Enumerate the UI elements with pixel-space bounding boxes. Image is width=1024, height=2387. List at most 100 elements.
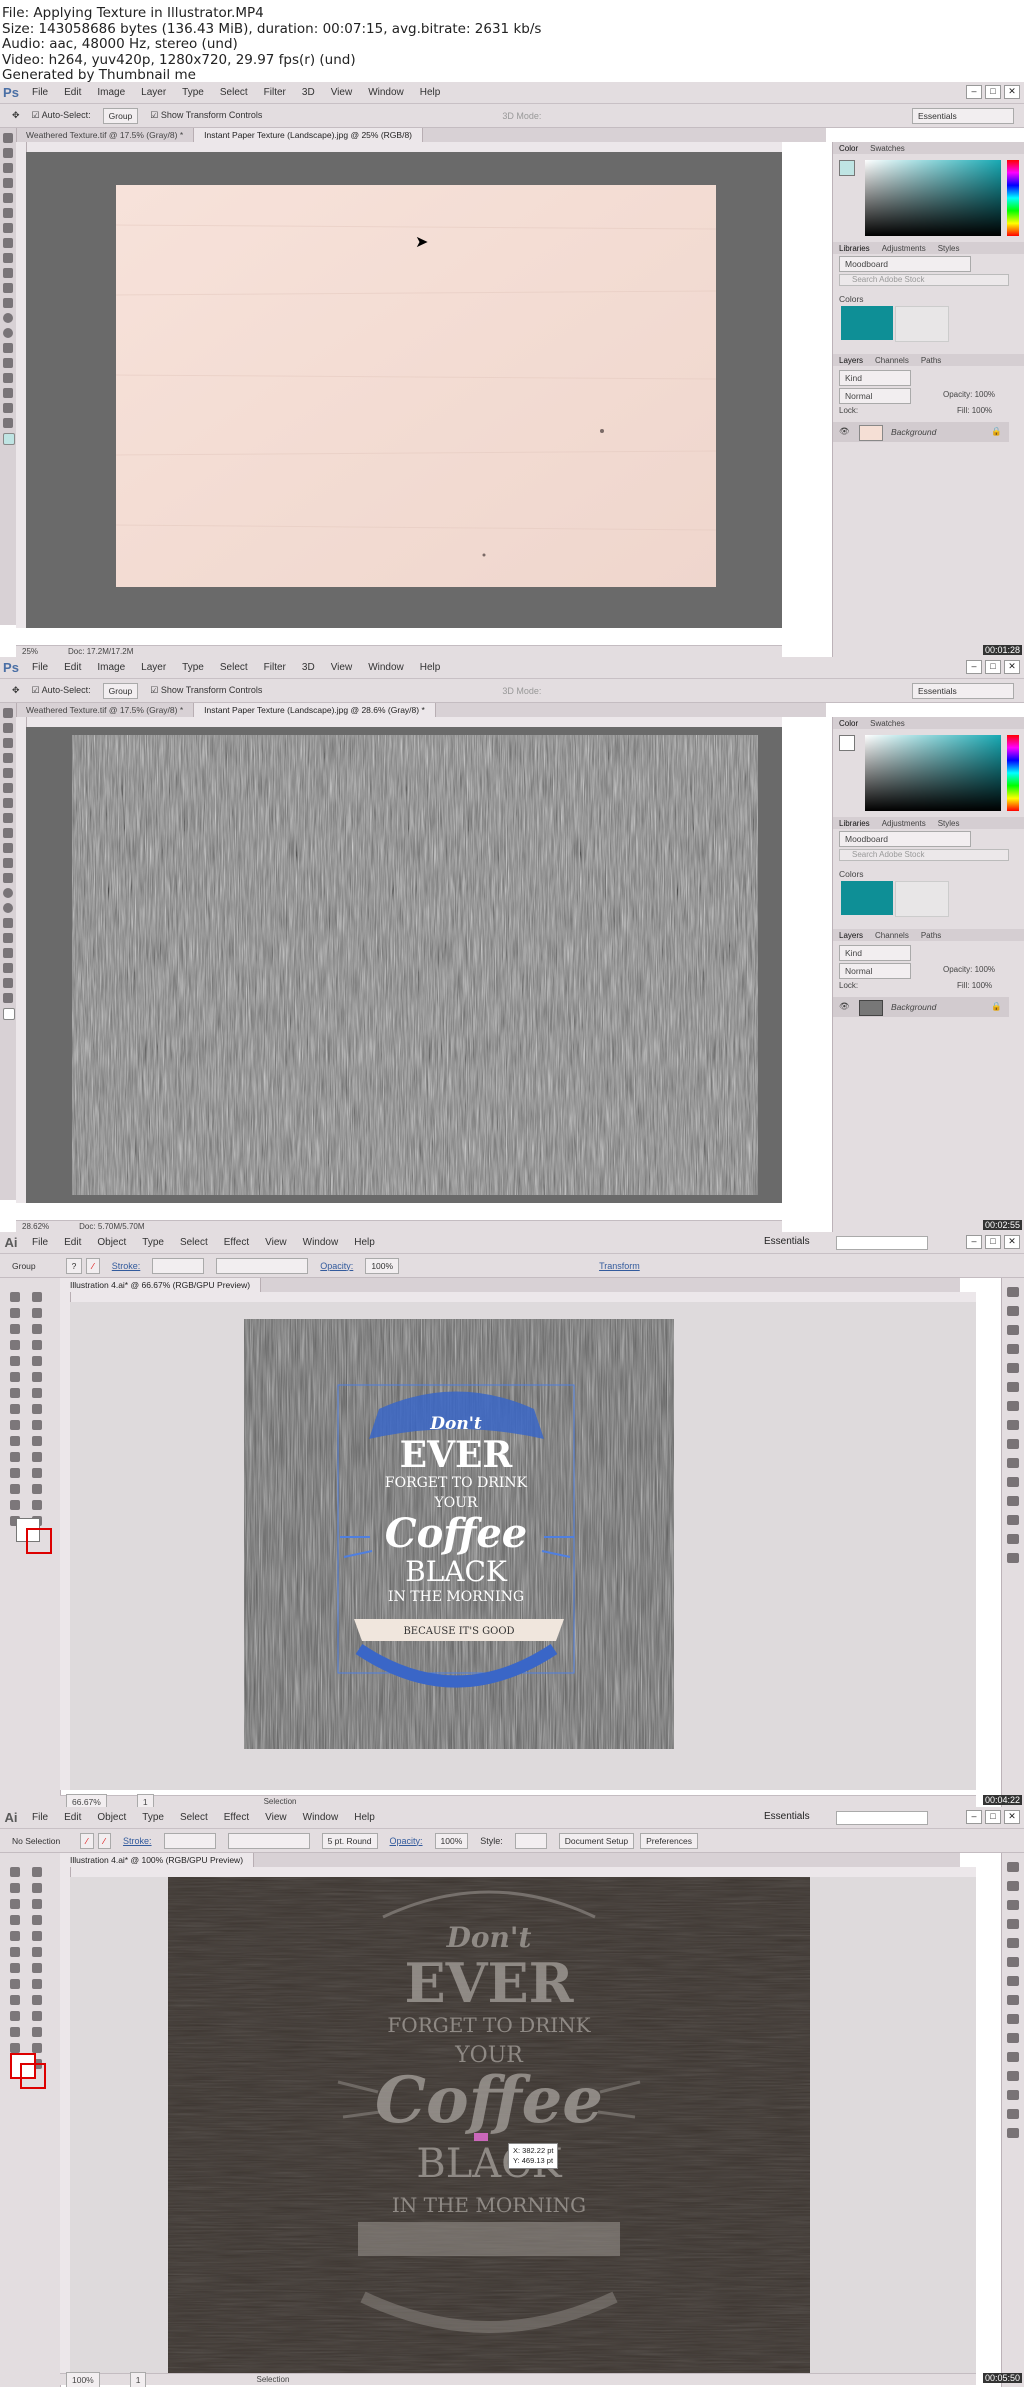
swatch-panel-icon[interactable]: [1007, 1325, 1019, 1335]
menu-edit[interactable]: Edit: [64, 1237, 81, 1248]
width-icon[interactable]: [32, 1979, 42, 1989]
layers-icon[interactable]: [1007, 1477, 1019, 1487]
curvature-icon[interactable]: [32, 1324, 42, 1334]
tab-paper-texture[interactable]: Instant Paper Texture (Landscape).jpg @ …: [194, 703, 436, 717]
stock-search-input[interactable]: Search Adobe Stock: [839, 274, 1009, 286]
perspective-icon[interactable]: [10, 2011, 20, 2021]
tab-paper-texture[interactable]: Instant Paper Texture (Landscape).jpg @ …: [194, 128, 423, 142]
paintbrush-icon[interactable]: [32, 1931, 42, 1941]
lasso-icon[interactable]: [32, 1308, 42, 1318]
swatch-panel-icon[interactable]: [1007, 1900, 1019, 1910]
dodge-icon[interactable]: [3, 903, 13, 913]
pencil-icon[interactable]: [32, 1372, 42, 1382]
visibility-eye-icon[interactable]: 👁: [839, 1001, 850, 1012]
tab-channels[interactable]: Channels: [875, 356, 909, 365]
stroke-icon[interactable]: [1007, 1382, 1019, 1392]
graph-icon[interactable]: [10, 1484, 20, 1494]
menu-image[interactable]: Image: [97, 662, 125, 673]
brush-panel-icon[interactable]: [1007, 1344, 1019, 1354]
opacity-input[interactable]: 100%: [365, 1257, 400, 1274]
perspective-icon[interactable]: [10, 1436, 20, 1446]
minimize-icon[interactable]: –: [966, 1810, 982, 1824]
transform-icon[interactable]: [1007, 2109, 1019, 2119]
transform-controls-label[interactable]: ☑ Show Transform Controls: [150, 110, 262, 121]
tab-libraries[interactable]: Libraries: [839, 244, 870, 253]
tab-styles[interactable]: Styles: [938, 819, 960, 828]
swatch-teal[interactable]: [841, 881, 893, 915]
scale-icon[interactable]: [10, 1979, 20, 1989]
blur-icon[interactable]: [3, 313, 13, 323]
tab-channels[interactable]: Channels: [875, 931, 909, 940]
stroke-swatch[interactable]: ⁄: [97, 1832, 112, 1849]
brush-icon[interactable]: [3, 813, 13, 823]
workspace-label[interactable]: Essentials: [764, 1236, 810, 1247]
mesh-icon[interactable]: [32, 1436, 42, 1446]
blend-mode-select[interactable]: Normal: [839, 963, 911, 979]
blend-mode-select[interactable]: Normal: [839, 388, 911, 404]
tab-layers[interactable]: Layers: [839, 931, 863, 940]
workspace-select[interactable]: Essentials: [912, 107, 1014, 124]
marquee-icon[interactable]: [3, 723, 13, 733]
move-icon[interactable]: [3, 708, 13, 718]
opacity-field[interactable]: Opacity: 100%: [943, 390, 995, 399]
eyedropper-icon[interactable]: [3, 208, 13, 218]
transform-controls-label[interactable]: ☑ Show Transform Controls: [150, 685, 262, 696]
menu-effect[interactable]: Effect: [224, 1812, 249, 1823]
appearance-icon[interactable]: [1007, 2014, 1019, 2024]
marquee-icon[interactable]: [3, 148, 13, 158]
stamp-icon[interactable]: [3, 253, 13, 263]
library-select[interactable]: Moodboard: [839, 831, 971, 847]
symbol-sprayer-icon[interactable]: [32, 1468, 42, 1478]
maximize-icon[interactable]: □: [985, 1235, 1001, 1249]
tab-libraries[interactable]: Libraries: [839, 819, 870, 828]
pathfinder-icon[interactable]: [1007, 1553, 1019, 1563]
free-transform-icon[interactable]: [10, 1420, 20, 1430]
pen-icon[interactable]: [10, 1324, 20, 1334]
foreground-color-icon[interactable]: [3, 1008, 15, 1020]
swatch-teal[interactable]: [841, 306, 893, 340]
tab-adjustments[interactable]: Adjustments: [882, 819, 926, 828]
auto-select-label[interactable]: ☑ Auto-Select:: [32, 110, 91, 121]
quick-select-icon[interactable]: [3, 753, 13, 763]
graphic-styles-icon[interactable]: [1007, 1458, 1019, 1468]
hand-icon[interactable]: [3, 978, 13, 988]
stroke-weight-input[interactable]: [152, 1257, 205, 1274]
tab-layers[interactable]: Layers: [839, 356, 863, 365]
stroke-weight-input[interactable]: [163, 1832, 216, 1849]
workspace-label[interactable]: Essentials: [764, 1811, 810, 1822]
graphic-styles-icon[interactable]: [1007, 2033, 1019, 2043]
line-icon[interactable]: [32, 1915, 42, 1925]
menu-help[interactable]: Help: [420, 87, 441, 98]
fill-field[interactable]: Fill: 100%: [957, 406, 992, 415]
menu-help[interactable]: Help: [354, 1812, 375, 1823]
healing-icon[interactable]: [3, 798, 13, 808]
stroke-link[interactable]: Stroke:: [112, 1261, 141, 1271]
opacity-input[interactable]: 100%: [434, 1832, 469, 1849]
eyedropper-icon[interactable]: [32, 1452, 42, 1462]
magic-wand-icon[interactable]: [10, 1308, 20, 1318]
transform-icon[interactable]: [1007, 1534, 1019, 1544]
group-select[interactable]: Group: [102, 682, 139, 699]
symbols-icon[interactable]: [1007, 1938, 1019, 1948]
menu-window[interactable]: Window: [368, 87, 404, 98]
maximize-icon[interactable]: □: [985, 1810, 1001, 1824]
quick-select-icon[interactable]: [3, 178, 13, 188]
color-picker-field[interactable]: [865, 735, 1001, 811]
artboard-number[interactable]: 1: [129, 2371, 147, 2387]
magic-wand-icon[interactable]: [10, 1883, 20, 1893]
menu-object[interactable]: Object: [97, 1812, 126, 1823]
document-setup-button[interactable]: Document Setup: [558, 1832, 635, 1849]
transform-link[interactable]: Transform: [599, 1261, 640, 1271]
tab-styles[interactable]: Styles: [938, 244, 960, 253]
color-guide-icon[interactable]: [1007, 1881, 1019, 1891]
lasso-icon[interactable]: [3, 738, 13, 748]
stock-search-input[interactable]: Search Adobe Stock: [839, 849, 1009, 861]
canvas-area[interactable]: ➤: [26, 152, 782, 628]
lasso-icon[interactable]: [32, 1883, 42, 1893]
swatch-light-gray[interactable]: [895, 881, 949, 917]
help-search-input[interactable]: [836, 1811, 928, 1825]
menu-object[interactable]: Object: [97, 1237, 126, 1248]
artboards-icon[interactable]: [1007, 1496, 1019, 1506]
menu-edit[interactable]: Edit: [64, 87, 81, 98]
dodge-icon[interactable]: [3, 328, 13, 338]
